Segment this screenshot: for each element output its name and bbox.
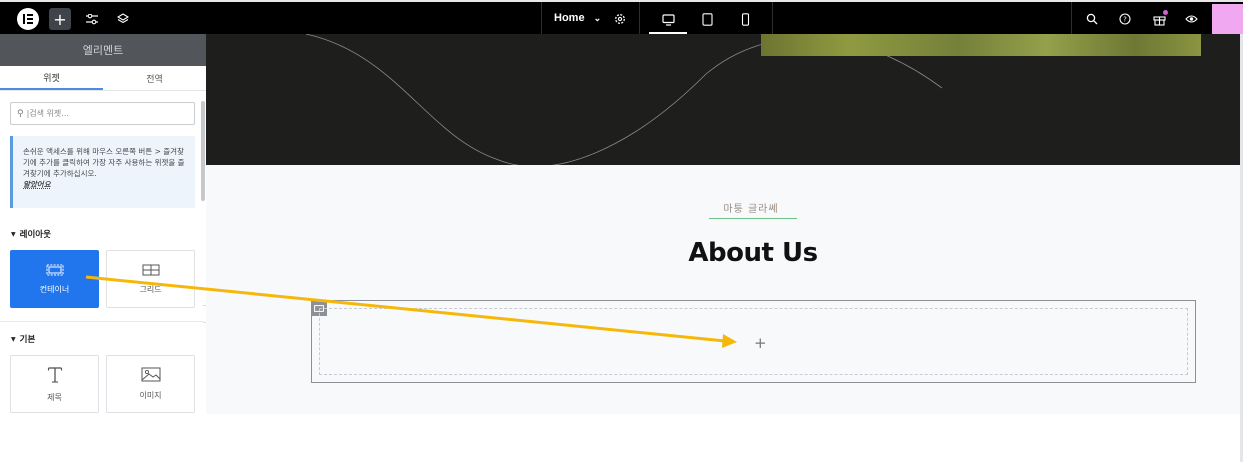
heading-icon (47, 366, 63, 384)
tip-text: 손쉬운 액세스를 위해 마우스 오른쪽 버튼 > 즐겨찾기에 추가를 클릭하여 … (23, 147, 185, 178)
publish-button[interactable] (1212, 4, 1243, 36)
page-settings-button[interactable] (609, 8, 631, 30)
container-drop-zone[interactable]: + (319, 308, 1188, 375)
separator (541, 2, 542, 34)
separator (639, 2, 640, 34)
separator (1071, 2, 1072, 34)
plus-icon: + (53, 9, 67, 29)
section-header-basic[interactable]: ▼ 기본 (11, 333, 35, 345)
panel-title: 엘리멘트 (0, 34, 206, 66)
section-subtitle[interactable]: 마퉁 글라쎄 (722, 200, 780, 215)
mobile-icon (741, 12, 749, 26)
desktop-icon (661, 13, 675, 26)
elementor-logo-icon[interactable] (17, 8, 39, 30)
search-icon (1086, 13, 1098, 25)
page-selector-label: Home (554, 12, 585, 24)
section-title: 레이아웃 (19, 230, 51, 240)
widget-label: 그리드 (139, 284, 162, 294)
site-settings-button[interactable] (81, 8, 103, 30)
add-element-button[interactable]: + (49, 8, 71, 30)
widget-label: 컨테이너 (39, 284, 70, 294)
search-input[interactable]: ⚲ |검색 위젯... (10, 102, 195, 125)
chevron-down-icon: ⌄ (593, 12, 602, 23)
finder-button[interactable] (1081, 8, 1103, 30)
subtitle-underline (709, 218, 797, 219)
section-heading[interactable]: About Us (653, 238, 853, 268)
search-placeholder: |검색 위젯... (26, 109, 69, 118)
hero-section[interactable] (206, 34, 1240, 165)
sliders-icon (86, 13, 98, 24)
svg-text:?: ? (1123, 16, 1127, 24)
add-element-icon[interactable]: + (754, 334, 767, 352)
caret-down-icon: ▼ (11, 230, 16, 238)
section-header-layout[interactable]: ▼ 레이아웃 (11, 228, 51, 240)
tablet-icon (701, 12, 713, 26)
separator (772, 2, 773, 34)
tab-widgets[interactable]: 위젯 (0, 66, 103, 90)
favorites-tip: 손쉬운 액세스를 위해 마우스 오른쪽 버튼 > 즐겨찾기에 추가를 클릭하여 … (10, 136, 195, 208)
help-button[interactable]: ? (1114, 8, 1136, 30)
container-icon (45, 263, 64, 276)
elements-panel: 엘리멘트 위젯 전역 ⚲ |검색 위젯... 손쉬운 액세스를 위해 마우스 오… (0, 34, 206, 462)
mobile-view-button[interactable] (734, 8, 756, 30)
gear-icon (615, 14, 625, 24)
search-icon: ⚲ (17, 108, 24, 119)
divider (0, 321, 206, 322)
layers-icon (117, 13, 129, 24)
tablet-view-button[interactable] (696, 8, 718, 30)
caret-down-icon: ▼ (11, 335, 16, 343)
image-icon (141, 367, 161, 382)
tab-global[interactable]: 전역 (103, 66, 206, 90)
widget-container[interactable]: 컨테이너 (10, 250, 99, 308)
notification-dot (1163, 10, 1168, 15)
panel-tabs: 위젯 전역 (0, 66, 206, 91)
help-icon: ? (1119, 13, 1131, 25)
grid-icon (142, 264, 160, 276)
panel-scrollbar[interactable] (201, 101, 205, 201)
preview-canvas: 마퉁 글라쎄 About Us + (206, 34, 1240, 414)
eye-icon (1184, 15, 1198, 23)
widget-grid[interactable]: 그리드 (106, 250, 195, 308)
widget-label: 제목 (47, 392, 62, 402)
tip-dismiss-link[interactable]: 알았어요 (23, 180, 51, 189)
widget-label: 이미지 (139, 391, 162, 400)
elementor-editor: + Home ⌄ ? 엘리멘트 위젯 전역 ⚲ |검색 위젯... 손쉬운 액세… (0, 0, 1243, 462)
container-element[interactable]: + (311, 300, 1196, 383)
widget-image[interactable]: 이미지 (106, 355, 195, 413)
top-bar: + Home ⌄ ? (0, 0, 1243, 36)
preview-button[interactable] (1180, 8, 1202, 30)
hero-image (761, 34, 1201, 56)
page-selector[interactable]: Home ⌄ (554, 2, 601, 34)
widget-heading[interactable]: 제목 (10, 355, 99, 413)
desktop-view-button[interactable] (649, 7, 687, 34)
structure-button[interactable] (112, 8, 134, 30)
section-title: 기본 (19, 335, 36, 345)
